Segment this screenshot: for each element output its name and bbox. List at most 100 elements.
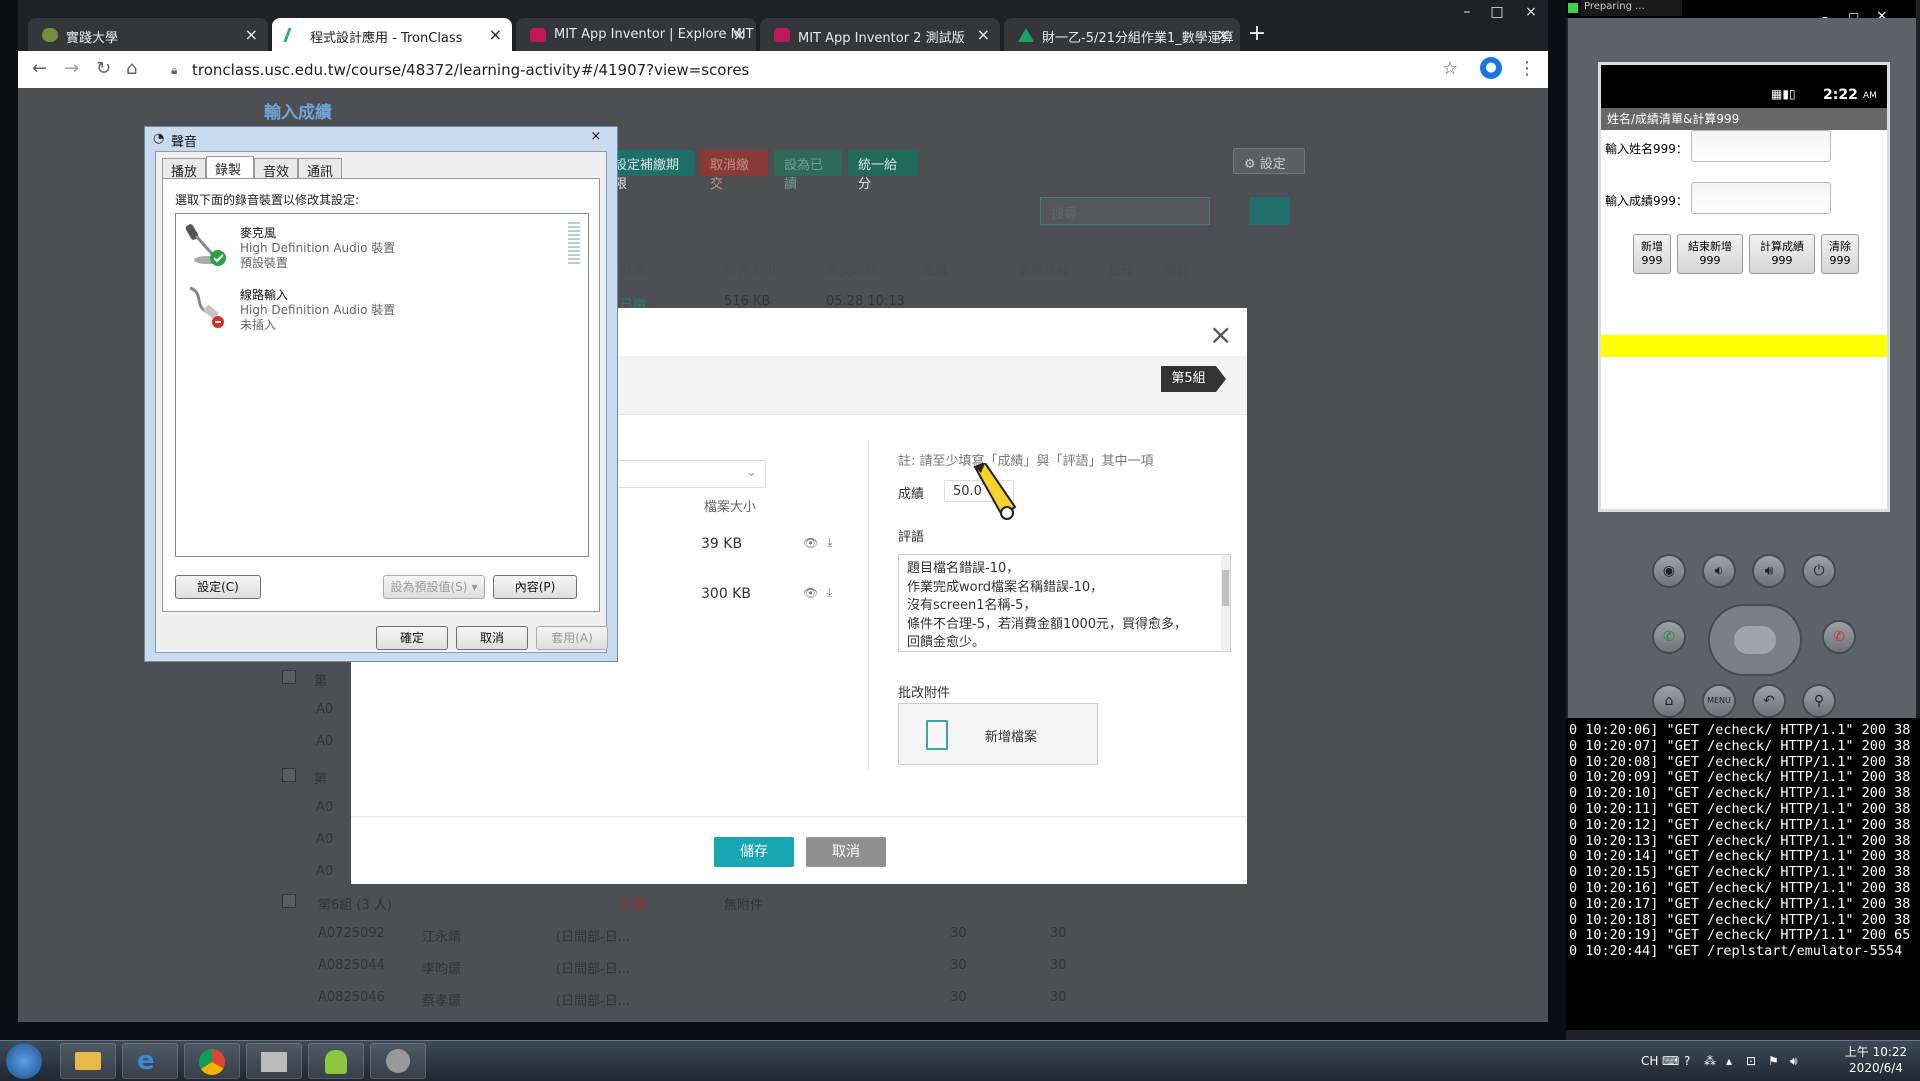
btn-line: 清除 bbox=[1829, 240, 1851, 253]
calc-score-button[interactable]: 計算成績 999 bbox=[1749, 234, 1815, 274]
flag-icon[interactable]: ⚑ bbox=[1768, 1054, 1779, 1068]
attach-label: 批改附件 bbox=[898, 686, 951, 701]
tab-close-icon[interactable]: × bbox=[1217, 25, 1230, 44]
back-key-icon[interactable]: ↶ bbox=[1754, 686, 1784, 716]
add-button[interactable]: 新增 999 bbox=[1633, 234, 1671, 274]
network-icon[interactable]: ⊡ bbox=[1746, 1054, 1756, 1068]
start-button-icon[interactable] bbox=[6, 1043, 42, 1079]
score-label: 成績 bbox=[898, 487, 925, 502]
modal-footer-divider bbox=[351, 816, 1247, 817]
home-key-icon[interactable]: ⌂ bbox=[1654, 686, 1684, 716]
configure-button[interactable]: 設定(C) bbox=[175, 575, 261, 599]
row-checkbox[interactable] bbox=[282, 768, 296, 782]
window-close-icon[interactable]: × bbox=[1516, 4, 1546, 20]
unify-score-button[interactable]: 統一給分 bbox=[848, 150, 918, 192]
file-dropdown[interactable]: ⌄ bbox=[616, 460, 766, 488]
comment-textarea[interactable]: 題目檔名錯誤-10， 作業完成word檔案名稱錯誤-10， 沒有screen1名… bbox=[898, 554, 1231, 652]
new-tab-button[interactable]: + bbox=[1244, 22, 1270, 48]
tab-recording[interactable]: 錄製 bbox=[206, 156, 254, 179]
name-label: 輸入姓名999： bbox=[1605, 142, 1688, 156]
comment-scrollbar[interactable] bbox=[1221, 556, 1230, 650]
level-meter bbox=[568, 222, 580, 266]
name-input[interactable] bbox=[1691, 130, 1831, 162]
volume-tray-icon[interactable]: 🔊︎ bbox=[1790, 1054, 1798, 1069]
home-icon[interactable]: ⌂ bbox=[126, 58, 137, 79]
search-input[interactable]: 搜尋 bbox=[1040, 197, 1210, 225]
profile-avatar-icon[interactable]: ● bbox=[1480, 57, 1502, 79]
back-arrow-icon[interactable]: ← bbox=[32, 58, 47, 79]
ie-icon[interactable]: e bbox=[122, 1043, 178, 1079]
cancel-button[interactable]: 取消 bbox=[806, 837, 886, 867]
browser-tab-tronclass[interactable]: 程式設計應用 - TronClass × bbox=[272, 18, 512, 51]
tab-close-icon[interactable]: × bbox=[977, 25, 990, 44]
clear-button[interactable]: 清除 999 bbox=[1821, 234, 1859, 274]
tab-close-icon[interactable]: × bbox=[733, 25, 746, 44]
address-bar[interactable]: tronclass.usc.edu.tw/course/48372/learni… bbox=[192, 61, 749, 79]
comment-line: 沒有screen1名稱-5， bbox=[907, 598, 1037, 613]
tab-communications[interactable]: 通訊 bbox=[298, 158, 342, 180]
tray-expand-icon[interactable]: ▴ bbox=[1726, 1054, 1732, 1068]
browser-tab-mit-explore[interactable]: MIT App Inventor | Explore MIT × bbox=[516, 18, 756, 51]
tray-clock[interactable]: 上午 10:22 2020/6/4 bbox=[1836, 1044, 1916, 1076]
browser-tab-shijian[interactable]: 實踐大學 × bbox=[28, 18, 268, 51]
help-icon[interactable]: ? bbox=[1684, 1054, 1690, 1068]
browser-tab-drive[interactable]: 財一乙-5/21分組作業1_數學運算 × bbox=[1004, 18, 1240, 51]
search-key-icon[interactable]: ⚲ bbox=[1804, 686, 1834, 716]
group-status: 未繳 bbox=[620, 898, 647, 913]
tab-close-icon[interactable]: × bbox=[489, 25, 502, 44]
bookmark-star-icon[interactable]: ☆ bbox=[1442, 58, 1458, 79]
power-icon[interactable]: ⏻ bbox=[1804, 556, 1834, 586]
ok-button[interactable]: 確定 bbox=[376, 626, 448, 650]
call-icon[interactable]: ✆ bbox=[1654, 622, 1684, 652]
download-icon[interactable]: ⤓ bbox=[827, 535, 832, 550]
menu-kebab-icon[interactable]: ⋮ bbox=[1518, 58, 1536, 79]
partial-row: A0 bbox=[316, 800, 334, 815]
reload-icon[interactable]: ↻ bbox=[96, 58, 111, 79]
end-add-button[interactable]: 結束新增 999 bbox=[1677, 234, 1743, 274]
forward-arrow-icon[interactable]: → bbox=[64, 58, 79, 79]
end-call-icon[interactable]: ✆ bbox=[1824, 622, 1854, 652]
settings-button[interactable]: ⚙ 設定 bbox=[1233, 148, 1305, 174]
explorer-icon[interactable] bbox=[60, 1043, 116, 1079]
mark-read-button[interactable]: 設為已讀 bbox=[774, 150, 842, 192]
member-final: 30 bbox=[1050, 990, 1067, 1005]
menu-key[interactable]: MENU bbox=[1704, 686, 1734, 716]
dpad[interactable] bbox=[1710, 606, 1800, 674]
audio-app-icon[interactable] bbox=[370, 1043, 426, 1079]
android-icon[interactable] bbox=[308, 1043, 364, 1079]
preview-eye-icon[interactable]: 👁︎ bbox=[803, 536, 818, 550]
printer-icon[interactable] bbox=[246, 1043, 302, 1079]
ime-icon[interactable]: ⁂ bbox=[1704, 1054, 1716, 1068]
chrome-icon[interactable] bbox=[184, 1043, 240, 1079]
volume-down-icon[interactable]: 🔉︎ bbox=[1704, 556, 1734, 586]
search-icon[interactable] bbox=[1250, 197, 1290, 225]
chrome-window: 實踐大學 × 程式設計應用 - TronClass × MIT App Inve… bbox=[18, 0, 1548, 1022]
camera-key-icon[interactable]: ◉ bbox=[1654, 556, 1684, 586]
properties-button[interactable]: 內容(P) bbox=[493, 575, 577, 599]
tab-playback[interactable]: 播放 bbox=[162, 158, 206, 180]
tab-close-icon[interactable]: × bbox=[245, 25, 258, 44]
minimize-icon[interactable]: – bbox=[1452, 4, 1482, 20]
row-checkbox[interactable] bbox=[282, 670, 296, 684]
site-favicon bbox=[42, 28, 58, 42]
group-checkbox[interactable] bbox=[282, 894, 296, 908]
dpad-center[interactable] bbox=[1734, 626, 1776, 654]
input-language[interactable]: CH bbox=[1641, 1054, 1658, 1068]
volume-up-icon[interactable]: 🔊︎ bbox=[1754, 556, 1784, 586]
save-button[interactable]: 儲存 bbox=[714, 837, 794, 867]
score-input[interactable] bbox=[1691, 182, 1831, 214]
app-body: 輸入姓名999： 輸入成績999： 新增 999 結束新增 999 計算成績 999 … bbox=[1601, 130, 1887, 509]
browser-tab-mit-beta[interactable]: MIT App Inventor 2 測試版 × bbox=[760, 18, 1000, 51]
modal-close-icon[interactable]: × bbox=[1209, 318, 1232, 351]
download-icon[interactable]: ⤓ bbox=[827, 585, 832, 600]
settings-label: 設定 bbox=[1259, 157, 1286, 172]
score-label: 輸入成績999： bbox=[1605, 194, 1688, 208]
preview-eye-icon[interactable]: 👁︎ bbox=[803, 586, 818, 600]
tab-sounds[interactable]: 音效 bbox=[254, 158, 298, 180]
log-line: 0 10:20:09] "GET /echeck/ HTTP/1.1" 200 … bbox=[1569, 769, 1911, 786]
maximize-icon[interactable]: □ bbox=[1482, 4, 1512, 20]
keyboard-icon[interactable]: ⌨ bbox=[1662, 1054, 1679, 1068]
dialog-close-icon[interactable]: × bbox=[581, 129, 611, 145]
dialog-cancel-button[interactable]: 取消 bbox=[456, 626, 528, 650]
cancel-submit-button[interactable]: 取消繳交 bbox=[700, 150, 768, 192]
